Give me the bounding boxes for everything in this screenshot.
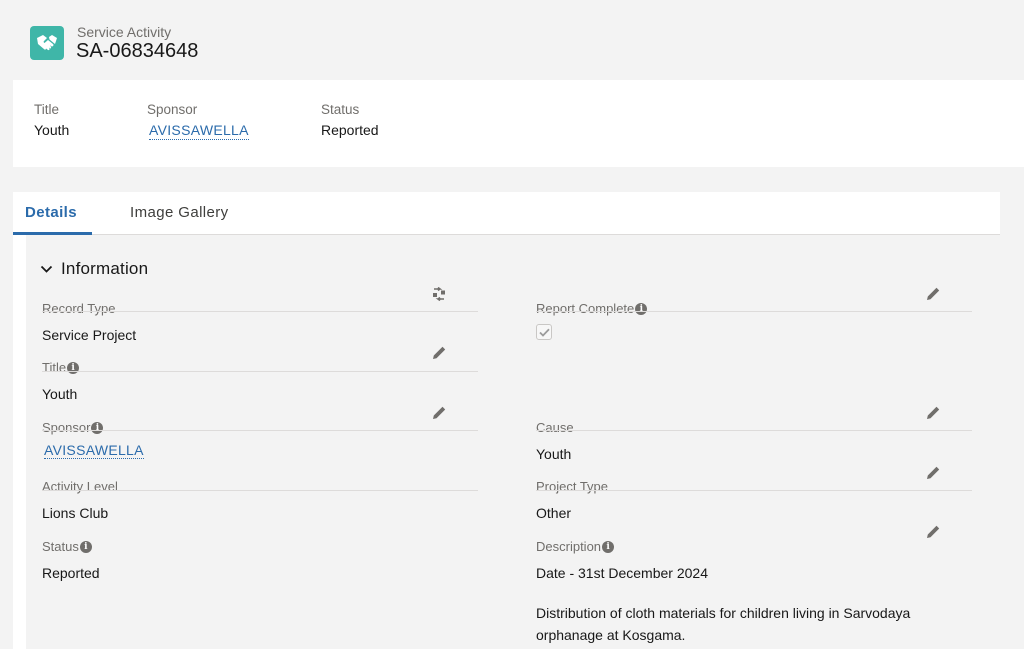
field-report-complete: Report Complete i [536, 301, 972, 340]
handshake-icon [30, 26, 64, 60]
info-icon[interactable]: i [635, 302, 648, 315]
divider [42, 371, 478, 372]
field-description: Description i Date - 31st December 2024 D… [536, 539, 936, 646]
highlight-status-value: Reported [321, 122, 379, 138]
field-label: Status [42, 539, 79, 554]
tab-details[interactable]: Details [25, 204, 77, 221]
check-icon [538, 328, 550, 337]
section-toggle[interactable]: Information [40, 259, 148, 279]
chevron-down-icon [40, 265, 53, 273]
field-label: Title [42, 360, 67, 375]
field-status: Status i Reported [42, 539, 478, 584]
highlight-sponsor: Sponsor AVISSAWELLA [147, 102, 249, 140]
field-value: Other [536, 505, 572, 521]
field-title: Title i Youth [42, 360, 478, 405]
pencil-icon[interactable] [926, 287, 940, 301]
field-sponsor: Sponsor i AVISSAWELLA [42, 420, 478, 460]
pencil-icon[interactable] [432, 406, 446, 420]
field-label: Report Complete [536, 301, 635, 316]
divider [536, 490, 972, 491]
divider [536, 311, 972, 312]
object-type-label: Service Activity [77, 24, 172, 40]
divider [42, 430, 478, 431]
field-label: Description [536, 539, 602, 554]
highlight-title: Title Youth [34, 102, 69, 138]
highlight-title-value: Youth [34, 122, 70, 138]
field-record-type: Record Type Service Project [42, 301, 478, 346]
highlight-sponsor-link[interactable]: AVISSAWELLA [149, 122, 249, 140]
section-title: Information [61, 259, 149, 278]
pencil-icon[interactable] [432, 346, 446, 360]
field-value: Youth [536, 446, 572, 462]
record-header: Service Activity SA-06834648 [0, 0, 1024, 80]
information-section: Information Record Type Service Project … [26, 235, 1000, 649]
field-label: Project Type [536, 479, 609, 494]
pencil-icon[interactable] [926, 406, 940, 420]
detail-card: Details Image Gallery Information Record… [13, 192, 1000, 649]
field-project-type: Project Type Other [536, 479, 972, 524]
description-text: Distribution of cloth materials for chil… [536, 605, 911, 643]
info-icon[interactable]: i [91, 421, 104, 434]
field-label: Cause [536, 420, 574, 435]
field-label: Sponsor [42, 420, 91, 435]
highlight-sponsor-label: Sponsor [147, 102, 198, 117]
field-activity-level: Activity Level Lions Club [42, 479, 478, 524]
field-value: Lions Club [42, 505, 109, 521]
field-label: Record Type [42, 301, 116, 316]
field-value: Youth [42, 386, 78, 402]
divider [536, 430, 972, 431]
highlights-panel: Title Youth Sponsor AVISSAWELLA Status R… [13, 80, 1024, 167]
field-value: Service Project [42, 327, 137, 343]
pencil-icon[interactable] [926, 466, 940, 480]
record-name: SA-06834648 [76, 40, 199, 62]
description-date: Date - 31st December 2024 [536, 565, 708, 581]
info-icon[interactable]: i [602, 540, 615, 553]
info-icon[interactable]: i [79, 540, 92, 553]
change-record-type-icon[interactable] [431, 287, 447, 301]
highlight-title-label: Title [34, 102, 60, 117]
highlight-status: Status Reported [321, 102, 379, 138]
field-cause: Cause Youth [536, 420, 972, 465]
field-label: Activity Level [42, 479, 118, 494]
highlight-status-label: Status [321, 102, 360, 117]
pencil-icon[interactable] [926, 525, 940, 539]
sponsor-link[interactable]: AVISSAWELLA [44, 442, 144, 459]
divider [42, 311, 478, 312]
report-complete-checkbox [536, 324, 552, 340]
tab-bar: Details Image Gallery [13, 192, 1000, 235]
field-value: Reported [42, 565, 100, 581]
divider [42, 490, 478, 491]
tab-image-gallery[interactable]: Image Gallery [130, 204, 229, 221]
